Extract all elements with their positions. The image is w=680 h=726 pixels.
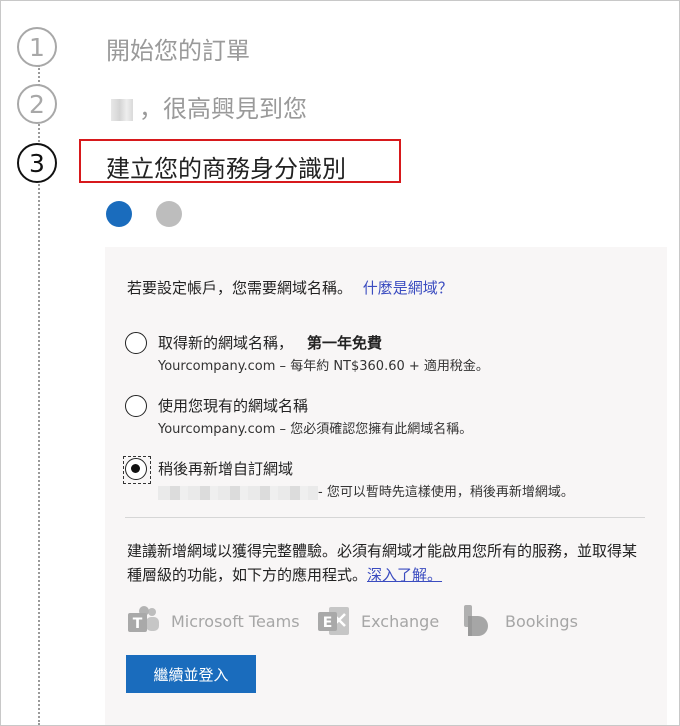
option-later-domain-sub: - 您可以暫時先這樣使用，稍後再新增網域。 (158, 481, 574, 500)
redacted-user-name (111, 99, 133, 121)
app-teams-name: Microsoft Teams (171, 611, 300, 631)
app-exchange-name: Exchange (361, 611, 440, 631)
setup-wizard: 1 開始您的訂單 2 ，很高興見到您 3 建立您的商務身分識別 若要設定帳戶，您… (0, 0, 680, 726)
step-1-title: 開始您的訂單 (106, 37, 250, 65)
recommend-text: 建議新增網域以獲得完整體驗。必須有網域才能啟用您所有的服務，並取得某種層級的功能… (127, 539, 647, 587)
app-bookings: Bookings (461, 603, 578, 639)
free-first-year-badge: 第一年免費 (307, 334, 383, 352)
redacted-default-domain (158, 485, 318, 500)
step-2-number: 2 (29, 89, 45, 119)
bookings-icon (464, 605, 488, 636)
exchange-icon: E (318, 607, 349, 635)
step-1-number: 1 (29, 32, 45, 62)
domain-intro: 若要設定帳戶，您需要網域名稱。 什麼是網域？ (127, 277, 453, 298)
continue-sign-in-button[interactable]: 繼續並登入 (126, 655, 256, 693)
option-new-domain-label: 取得新的網域名稱， 第一年免費 (158, 332, 382, 353)
domain-intro-text: 若要設定帳戶，您需要網域名稱。 (127, 279, 353, 297)
progress-dot-next (156, 201, 182, 227)
step-2-title-text: ，很高興見到您 (139, 95, 307, 123)
radio-later-domain[interactable] (123, 456, 151, 484)
what-is-domain-link[interactable]: 什麼是網域？ (363, 279, 453, 297)
step-3-title: 建立您的商務身分識別 (106, 155, 346, 183)
option-existing-domain-label: 使用您現有的網域名稱 (158, 397, 309, 415)
app-bookings-name: Bookings (505, 611, 578, 631)
option-new-domain-sub: Yourcompany.com – 每年約 NT$360.60 + 適用稅金。 (158, 359, 489, 374)
option-existing-domain-sub: Yourcompany.com – 您必須確認您擁有此網域名稱。 (158, 422, 473, 437)
step-1-circle: 1 (17, 27, 57, 67)
step-2-title: ，很高興見到您 (111, 89, 307, 124)
step-3-number: 3 (29, 148, 45, 178)
step-3-circle: 3 (17, 143, 57, 183)
progress-dot-current (106, 201, 132, 227)
radio-existing-domain[interactable] (125, 395, 147, 417)
teams-icon: T (128, 606, 159, 632)
option-later-domain-label: 稍後再新增自訂網域 (158, 460, 294, 478)
option-later-domain-sub-text: - 您可以暫時先這樣使用，稍後再新增網域。 (318, 485, 574, 500)
app-teams: T Microsoft Teams (127, 603, 300, 639)
svg-text:E: E (323, 615, 333, 631)
domain-panel: 若要設定帳戶，您需要網域名稱。 什麼是網域？ 取得新的網域名稱， 第一年免費 Yo… (105, 247, 667, 725)
radio-focus-ring (123, 456, 151, 484)
option-new-domain-text: 取得新的網域名稱， (158, 334, 294, 352)
radio-new-domain[interactable] (125, 332, 147, 354)
svg-text:T: T (133, 616, 143, 632)
learn-more-link[interactable]: 深入了解。 (367, 566, 442, 584)
app-exchange: E Exchange (317, 603, 439, 639)
divider (125, 517, 645, 518)
step-2-circle: 2 (17, 84, 57, 124)
